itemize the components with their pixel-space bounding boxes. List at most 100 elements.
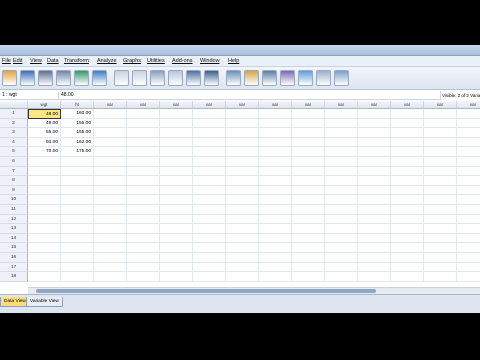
row-header[interactable]: 1	[0, 109, 28, 119]
data-cell[interactable]	[325, 128, 358, 138]
data-cell[interactable]	[193, 243, 226, 253]
data-cell[interactable]	[28, 243, 61, 253]
data-cell[interactable]	[457, 243, 480, 253]
data-cell[interactable]	[94, 157, 127, 167]
data-cell[interactable]	[259, 272, 292, 282]
data-cell[interactable]	[325, 233, 358, 244]
data-cell[interactable]	[457, 167, 480, 177]
data-cell[interactable]	[94, 195, 127, 205]
menu-edit[interactable]: Edit	[13, 58, 22, 64]
data-cell[interactable]	[391, 233, 424, 244]
data-cell[interactable]	[259, 205, 292, 215]
data-cell[interactable]	[28, 214, 61, 225]
data-cell[interactable]	[391, 185, 424, 196]
data-cell[interactable]	[193, 224, 226, 234]
data-cell[interactable]	[259, 176, 292, 186]
data-cell[interactable]	[127, 214, 160, 225]
column-header-wgt[interactable]: wgt	[28, 101, 61, 109]
data-cell[interactable]	[358, 157, 391, 167]
data-cell[interactable]	[325, 262, 358, 273]
data-cell[interactable]	[391, 262, 424, 273]
data-cell[interactable]	[28, 185, 61, 196]
data-cell[interactable]	[391, 147, 424, 157]
data-cell[interactable]	[424, 147, 457, 157]
data-cell[interactable]	[94, 214, 127, 225]
split-file-icon[interactable]	[226, 70, 241, 86]
column-header-var[interactable]: var	[358, 101, 391, 109]
data-cell[interactable]	[358, 224, 391, 234]
data-cell[interactable]	[94, 262, 127, 273]
data-cell[interactable]	[226, 185, 259, 196]
data-cell[interactable]	[457, 138, 480, 148]
data-cell[interactable]	[226, 147, 259, 157]
data-cell[interactable]	[358, 205, 391, 215]
open-icon[interactable]	[2, 70, 17, 86]
data-cell[interactable]	[226, 272, 259, 282]
data-cell[interactable]	[259, 233, 292, 244]
data-cell[interactable]	[358, 137, 391, 148]
row-header[interactable]: 16	[0, 253, 28, 263]
data-cell[interactable]	[259, 214, 292, 225]
data-cell[interactable]	[358, 262, 391, 273]
data-cell[interactable]	[292, 224, 325, 234]
data-cell[interactable]	[457, 157, 480, 167]
data-cell[interactable]: 49.00	[28, 118, 61, 129]
data-cell[interactable]	[358, 272, 391, 282]
data-cell[interactable]	[391, 205, 424, 215]
data-cell[interactable]	[358, 118, 391, 129]
data-cell[interactable]	[325, 137, 358, 148]
data-cell[interactable]	[226, 128, 259, 138]
data-cell[interactable]	[61, 185, 94, 196]
print-icon[interactable]	[38, 70, 53, 86]
data-cell[interactable]	[193, 195, 226, 205]
weight-cases-icon[interactable]	[244, 70, 259, 86]
data-cell[interactable]	[127, 272, 160, 282]
menu-data[interactable]: Data	[47, 58, 59, 64]
data-cell[interactable]	[193, 157, 226, 167]
data-cell[interactable]	[457, 119, 480, 129]
data-cell[interactable]	[160, 205, 193, 215]
menu-analyze[interactable]: Analyze	[97, 58, 117, 64]
value-labels-icon[interactable]	[280, 70, 295, 86]
data-cell[interactable]	[127, 233, 160, 244]
data-cell[interactable]	[457, 253, 480, 263]
data-cell[interactable]	[424, 166, 457, 177]
data-cell[interactable]	[358, 195, 391, 205]
data-cell[interactable]	[127, 243, 160, 253]
data-cell[interactable]: 55.00	[28, 128, 61, 138]
data-cell[interactable]	[160, 185, 193, 196]
data-cell[interactable]	[61, 205, 94, 215]
data-cell[interactable]	[160, 118, 193, 129]
column-header-var[interactable]: var	[325, 101, 358, 109]
data-cell[interactable]	[226, 243, 259, 253]
data-cell[interactable]	[226, 224, 259, 234]
data-cell[interactable]	[391, 166, 424, 177]
data-cell[interactable]	[424, 233, 457, 244]
data-cell[interactable]	[127, 166, 160, 177]
data-cell[interactable]	[160, 157, 193, 167]
data-cell[interactable]	[391, 195, 424, 205]
data-cell[interactable]	[193, 253, 226, 263]
data-cell[interactable]	[325, 176, 358, 186]
data-cell[interactable]	[457, 205, 480, 215]
data-cell[interactable]	[61, 253, 94, 263]
data-cell[interactable]	[61, 224, 94, 234]
find-icon[interactable]	[168, 70, 183, 86]
data-cell[interactable]	[292, 137, 325, 148]
data-cell[interactable]	[193, 233, 226, 244]
data-cell[interactable]	[457, 215, 480, 225]
data-cell[interactable]	[457, 272, 480, 282]
data-cell[interactable]	[358, 233, 391, 244]
undo-icon[interactable]	[74, 70, 89, 86]
data-cell[interactable]	[94, 243, 127, 253]
data-cell[interactable]	[127, 253, 160, 263]
data-cell[interactable]	[424, 272, 457, 282]
data-cell[interactable]	[193, 214, 226, 225]
data-cell[interactable]	[292, 253, 325, 263]
data-cell[interactable]	[457, 128, 480, 138]
data-cell[interactable]	[160, 109, 193, 119]
column-header-var[interactable]: var	[292, 101, 325, 109]
scroll-thumb[interactable]	[36, 289, 376, 293]
data-cell[interactable]: 70.00	[28, 147, 61, 157]
row-header[interactable]: 4	[0, 137, 28, 148]
